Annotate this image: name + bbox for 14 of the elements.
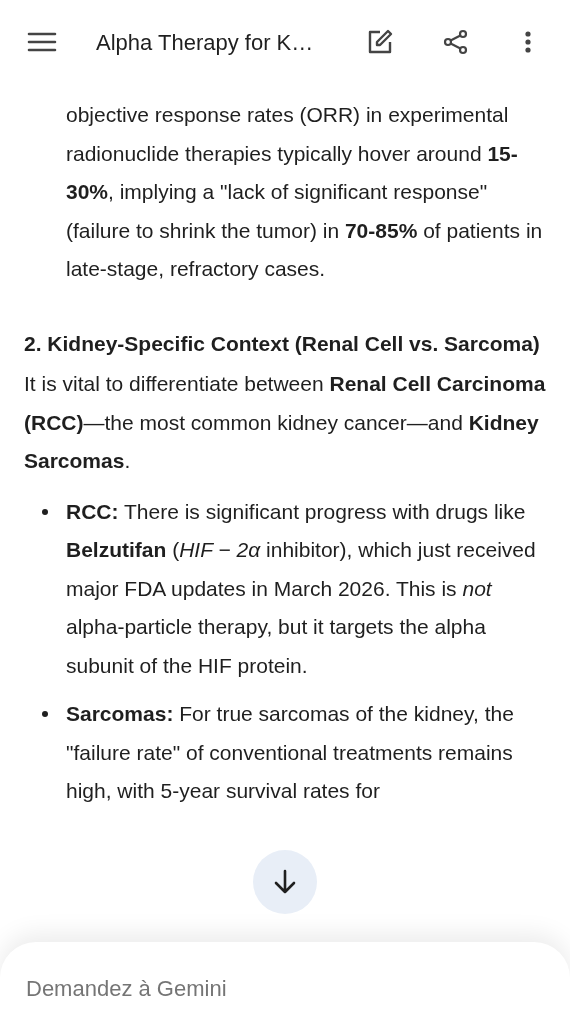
bullet-icon — [42, 711, 48, 717]
bullet-icon — [42, 508, 48, 515]
menu-icon — [27, 31, 57, 53]
share-icon — [443, 29, 469, 55]
list-item: Sarcomas: For true sarcomas of the kidney, the "failure rate" of conventional treatments remains high, with 5-year survival rates for — [66, 701, 515, 804]
list-item: RCC: There is significant progress with drugs like Belzutifan (HIF − 2α inhibitor), which just received major FDA updates in March 2026. This is not alpha-particle therapy, but it targets the alpha subunit of the HIF protein. — [66, 498, 537, 679]
edit-icon — [367, 29, 393, 55]
paragraph: objective response rates (ORR) in experimental radionuclide therapies typically hover around 15-30%, implying a "lack of significant response" (failure to shrink the tumor) in 70-85% of patients in late-stage, refractory cases. — [65, 102, 544, 282]
arrow-down-icon — [273, 869, 297, 895]
chat-title: Alpha Therapy for K… — [96, 28, 314, 57]
more-icon — [524, 30, 532, 54]
section-heading: 2. Kidney-Specific Context (Renal Cell vs. Sarcoma) — [24, 330, 541, 357]
paragraph: It is vital to differentiate between Renal Cell Carcinoma (RCC)—the most common kidney cancer—and Kidney Sarcomas. — [24, 371, 546, 474]
prompt-input[interactable]: Demandez à Gemini — [26, 972, 544, 1005]
